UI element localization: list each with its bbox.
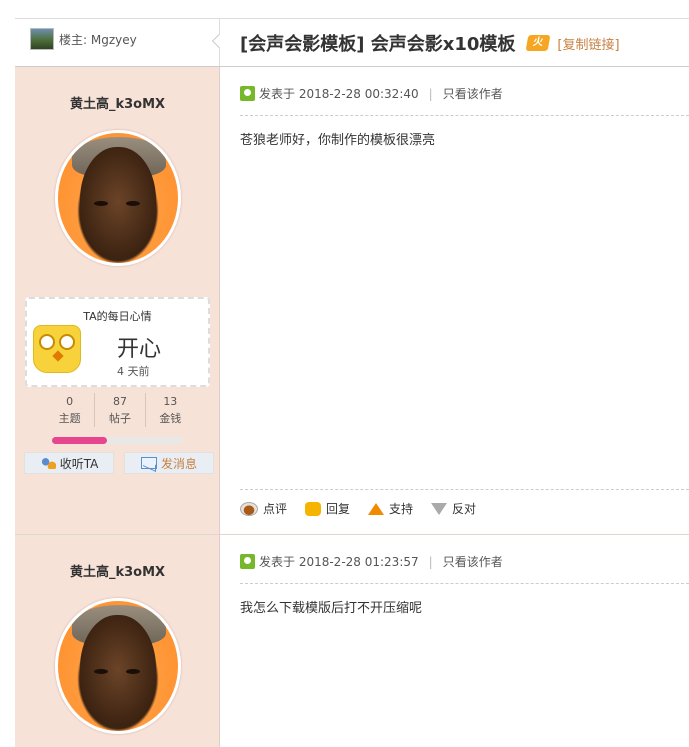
- stat-topics[interactable]: 0 主题: [45, 393, 96, 427]
- thumb-down-arrow-icon: [431, 502, 448, 515]
- oppose-label: 反对: [452, 502, 477, 516]
- reply-label: 回复: [326, 502, 351, 516]
- post-time: 发表于 2018-2-28 00:32:40: [259, 87, 419, 101]
- op-avatar[interactable]: [30, 28, 54, 50]
- post-time: 发表于 2018-2-28 01:23:57: [259, 555, 419, 569]
- stat-label: 金钱: [159, 412, 182, 425]
- top-divider: [15, 18, 689, 19]
- owl-beak: [52, 350, 64, 362]
- meta-dashed-divider: [240, 583, 689, 584]
- comment-label: 点评: [263, 502, 288, 516]
- post-1-username[interactable]: 黄土高_k3oMX: [15, 93, 220, 112]
- post-2-username[interactable]: 黄土高_k3oMX: [15, 561, 220, 580]
- post-1-avatar[interactable]: [55, 130, 181, 266]
- avatar-eye: [126, 201, 140, 206]
- thread-title: [会声会影模板] 会声会影x10模板: [240, 30, 515, 56]
- post-1-meta: 发表于 2018-2-28 00:32:40 | 只看该作者: [240, 85, 503, 102]
- author-only-link[interactable]: 只看该作者: [443, 553, 503, 570]
- level-progress-bar: [52, 437, 182, 444]
- post-2-avatar[interactable]: [55, 598, 181, 734]
- stat-money: 13 金钱: [146, 393, 195, 427]
- meta-divider: |: [428, 86, 433, 101]
- mood-word: 开心: [117, 337, 162, 362]
- thread-title-bar: [会声会影模板] 会声会影x10模板 火 [复制链接]: [240, 30, 620, 56]
- user-stats: 0 主题 87 帖子 13 金钱: [45, 393, 195, 427]
- envelope-icon: [140, 457, 157, 469]
- follow-label: 收听TA: [59, 456, 99, 471]
- support-label: 支持: [389, 502, 414, 516]
- post-actions: 点评 回复 支持 反对: [240, 500, 494, 517]
- follow-button[interactable]: 收听TA: [24, 452, 114, 474]
- owl-mood-icon: [33, 325, 81, 373]
- stat-value: 13: [163, 395, 178, 408]
- thread-op[interactable]: 楼主: Mgzyey: [30, 28, 137, 50]
- stat-value[interactable]: 87: [95, 393, 144, 410]
- level-progress-fill: [52, 437, 107, 444]
- online-status-icon: [240, 554, 255, 569]
- owl-eye: [59, 334, 75, 350]
- reply-action[interactable]: 回复: [305, 500, 350, 517]
- hot-icon: 火: [525, 35, 551, 51]
- op-label[interactable]: 楼主: Mgzyey: [59, 31, 137, 48]
- thread-category[interactable]: [会声会影模板]: [240, 34, 364, 55]
- reply-icon: [305, 501, 322, 516]
- meta-divider: |: [428, 554, 433, 569]
- avatar-eye: [126, 669, 140, 674]
- listen-icon: [39, 457, 56, 469]
- post-separator: [15, 534, 689, 535]
- stat-posts[interactable]: 87 帖子: [95, 393, 146, 427]
- header-notch: [211, 33, 227, 49]
- avatar-face: [80, 615, 156, 725]
- comment-icon: [240, 501, 258, 516]
- post-2-meta: 发表于 2018-2-28 01:23:57 | 只看该作者: [240, 553, 503, 570]
- send-message-button[interactable]: 发消息: [124, 452, 214, 474]
- avatar-eye: [94, 201, 108, 206]
- author-only-link[interactable]: 只看该作者: [443, 85, 503, 102]
- sidebar-divider: [219, 67, 220, 747]
- stat-value[interactable]: 0: [45, 393, 94, 410]
- daily-mood-box: TA的每日心情 开心 4 天前: [25, 297, 210, 387]
- thread-title-text: 会声会影x10模板: [370, 34, 516, 55]
- thumb-up-arrow-icon: [368, 502, 385, 515]
- comment-action[interactable]: 点评: [240, 500, 287, 517]
- stat-label[interactable]: 主题: [45, 410, 94, 427]
- actions-dashed-divider: [240, 489, 689, 490]
- online-status-icon: [240, 86, 255, 101]
- stat-label[interactable]: 帖子: [95, 410, 144, 427]
- mood-title: TA的每日心情: [83, 310, 152, 323]
- copy-link-button[interactable]: [复制链接]: [557, 34, 619, 53]
- meta-dashed-divider: [240, 115, 689, 116]
- oppose-action[interactable]: 反对: [431, 500, 476, 517]
- avatar-face: [80, 147, 156, 257]
- owl-eye: [39, 334, 55, 350]
- support-action[interactable]: 支持: [368, 500, 413, 517]
- post-1-content: 苍狼老师好，你制作的模板很漂亮: [240, 133, 436, 148]
- send-message-label: 发消息: [160, 456, 197, 471]
- post-2-content: 我怎么下载模版后打不开压缩呢: [240, 601, 423, 616]
- avatar-eye: [94, 669, 108, 674]
- mood-time: 4 天前: [117, 365, 150, 378]
